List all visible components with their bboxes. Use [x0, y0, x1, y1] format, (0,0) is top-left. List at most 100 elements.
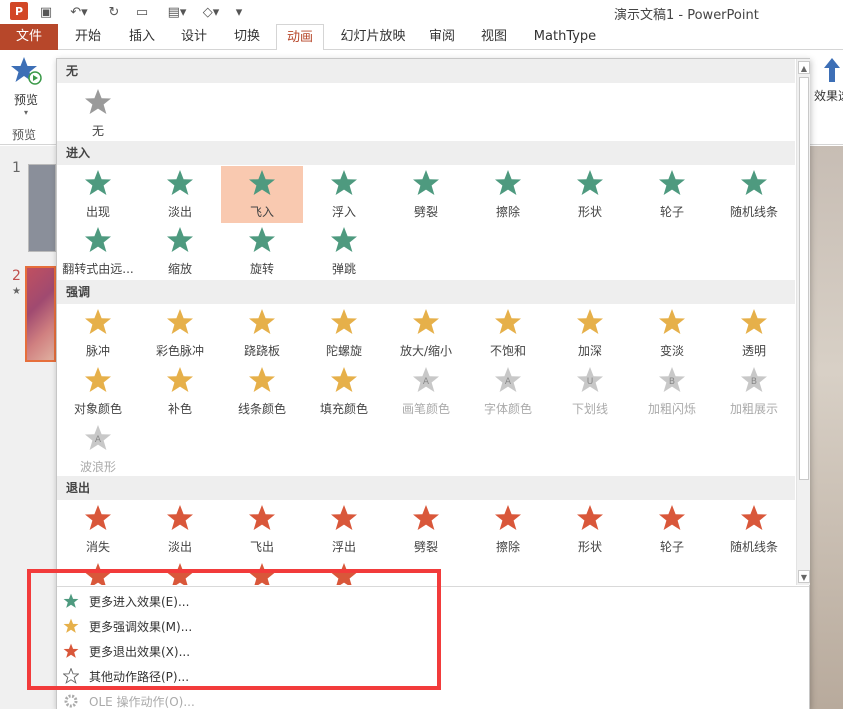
effect-options-label: 效果选	[813, 89, 843, 103]
animation-entrance-item[interactable]: 形状	[549, 166, 631, 223]
animation-entrance-item[interactable]: 浮入	[303, 166, 385, 223]
gear-icon	[64, 694, 78, 708]
animation-item-label: 加粗展示	[729, 402, 778, 416]
entrance-star-icon	[85, 227, 111, 252]
animation-emphasis-item[interactable]: 加深	[549, 305, 631, 362]
tab-review[interactable]: 审阅	[420, 24, 464, 50]
animation-item-label: 补色	[167, 402, 192, 416]
tab-file[interactable]: 文件	[0, 24, 58, 50]
exit-star-icon	[659, 505, 685, 530]
animation-exit-item[interactable]: 浮出	[303, 501, 385, 558]
exit-star-icon	[741, 505, 767, 530]
animation-exit-item[interactable]: 飞出	[221, 501, 303, 558]
tab-insert[interactable]: 插入	[120, 24, 164, 50]
animation-entrance-item[interactable]: 轮子	[631, 166, 713, 223]
tab-transitions[interactable]: 切换	[224, 24, 270, 50]
entrance-star-icon	[495, 170, 521, 195]
animation-gallery: 无 进入 强调 退出 无出现 淡出 飞入 浮入 劈裂 擦除 形状 轮子 随机线条 翻转式由远...…	[57, 59, 795, 585]
undo-icon[interactable]: ↶▾	[66, 3, 92, 21]
slide-thumbnail-selected[interactable]	[25, 266, 56, 362]
section-header-exit: 退出	[57, 476, 795, 500]
emphasis-star-icon	[167, 309, 193, 334]
animation-entrance-item[interactable]: 淡出	[139, 166, 221, 223]
animation-emphasis-item[interactable]: 脉冲	[57, 305, 139, 362]
save-icon[interactable]: ▣	[38, 3, 54, 21]
animation-item-label: 旋转	[249, 262, 274, 276]
exit-star-icon	[413, 505, 439, 530]
animation-entrance-item[interactable]: 出现	[57, 166, 139, 223]
animation-exit-item[interactable]: 轮子	[631, 501, 713, 558]
svg-text:A: A	[95, 435, 102, 445]
entrance-star-icon	[659, 170, 685, 195]
emphasis-star-icon	[249, 367, 275, 392]
animation-entrance-item[interactable]: 弹跳	[303, 223, 385, 280]
menu-item: OLE 操作动作(O)...	[61, 689, 421, 709]
animation-item-label: 翻转式由远...	[62, 262, 134, 276]
animation-entrance-item[interactable]: 缩放	[139, 223, 221, 280]
animation-emphasis-item[interactable]: 变淡	[631, 305, 713, 362]
animation-item-label: 变淡	[659, 344, 684, 358]
animation-item-label: 脉冲	[85, 344, 110, 358]
animation-exit-item[interactable]: 随机线条	[713, 501, 795, 558]
animation-emphasis-item[interactable]: 填充颜色	[303, 363, 385, 420]
animation-item-label: 随机线条	[729, 540, 778, 554]
animation-exit-item[interactable]: 消失	[57, 501, 139, 558]
animation-emphasis-item[interactable]: 不饱和	[467, 305, 549, 362]
slide-canvas[interactable]	[810, 146, 843, 709]
animation-entrance-item[interactable]: 随机线条	[713, 166, 795, 223]
layout-icon[interactable]: ▤▾	[164, 3, 190, 21]
animation-item-label: 填充颜色	[319, 402, 368, 416]
animation-emphasis-item[interactable]: 陀螺旋	[303, 305, 385, 362]
animation-emphasis-item[interactable]: 对象颜色	[57, 363, 139, 420]
animation-item-label: 波浪形	[79, 460, 116, 474]
animation-emphasis-item[interactable]: 透明	[713, 305, 795, 362]
animation-item-label: 对象颜色	[73, 402, 122, 416]
animation-emphasis-item[interactable]: 线条颜色	[221, 363, 303, 420]
effect-options-button[interactable]: 效果选	[812, 56, 843, 104]
animation-exit-item[interactable]: 形状	[549, 501, 631, 558]
animation-none-item[interactable]: 无	[57, 85, 139, 142]
slide-thumbnail[interactable]	[28, 164, 56, 252]
tab-animations[interactable]: 动画	[276, 24, 324, 51]
animation-emphasis-item[interactable]: 跷跷板	[221, 305, 303, 362]
animation-entrance-item[interactable]: 飞入	[221, 166, 303, 223]
scroll-down-button[interactable]: ▼	[798, 570, 810, 583]
animation-item-label: 字体颜色	[483, 402, 532, 416]
tab-home[interactable]: 开始	[66, 24, 110, 50]
customize-toolbar-icon[interactable]: ▾	[232, 3, 246, 21]
ribbon-tabs: 文件 开始 插入 设计 切换 动画 幻灯片放映 审阅 视图 MathType	[0, 24, 843, 51]
shapes-icon[interactable]: ◇▾	[196, 3, 226, 21]
tab-view[interactable]: 视图	[472, 24, 516, 50]
window-title: 演示文稿1 - PowerPoint	[614, 8, 759, 23]
emphasis-star-icon	[577, 309, 603, 334]
emphasis-star-icon	[495, 309, 521, 334]
entrance-star-icon	[167, 227, 193, 252]
tab-mathtype[interactable]: MathType	[528, 24, 602, 50]
animation-item-label: 淡出	[167, 540, 192, 554]
animation-exit-item[interactable]: 劈裂	[385, 501, 467, 558]
tab-slideshow[interactable]: 幻灯片放映	[332, 24, 414, 50]
animation-entrance-item[interactable]: 劈裂	[385, 166, 467, 223]
animation-entrance-item[interactable]: 翻转式由远...	[57, 223, 139, 280]
gallery-scrollbar[interactable]: ▲ ▼	[796, 59, 810, 585]
exit-star-icon	[331, 505, 357, 530]
scroll-up-button[interactable]: ▲	[798, 61, 810, 74]
animation-item-label: 浮出	[331, 540, 356, 554]
emphasis-star-icon	[85, 367, 111, 392]
animation-exit-item[interactable]: 淡出	[139, 501, 221, 558]
animation-emphasis-item[interactable]: 补色	[139, 363, 221, 420]
tab-design[interactable]: 设计	[172, 24, 216, 50]
animation-emphasis-item[interactable]: 彩色脉冲	[139, 305, 221, 362]
animation-entrance-item[interactable]: 擦除	[467, 166, 549, 223]
preview-button[interactable]: 预览 ▾	[6, 56, 46, 117]
animation-emphasis-item[interactable]: 放大/缩小	[385, 305, 467, 362]
star-gray-icon	[85, 89, 111, 114]
scroll-thumb[interactable]	[799, 77, 809, 480]
redo-icon[interactable]: ↻	[106, 3, 122, 21]
start-from-beginning-icon[interactable]: ▭	[134, 3, 150, 21]
animation-exit-item[interactable]: 擦除	[467, 501, 549, 558]
animation-item-label: 弹跳	[331, 262, 356, 276]
animation-item-label: 飞入	[249, 205, 274, 219]
section-header-emphasis: 强调	[57, 280, 795, 304]
animation-entrance-item[interactable]: 旋转	[221, 223, 303, 280]
